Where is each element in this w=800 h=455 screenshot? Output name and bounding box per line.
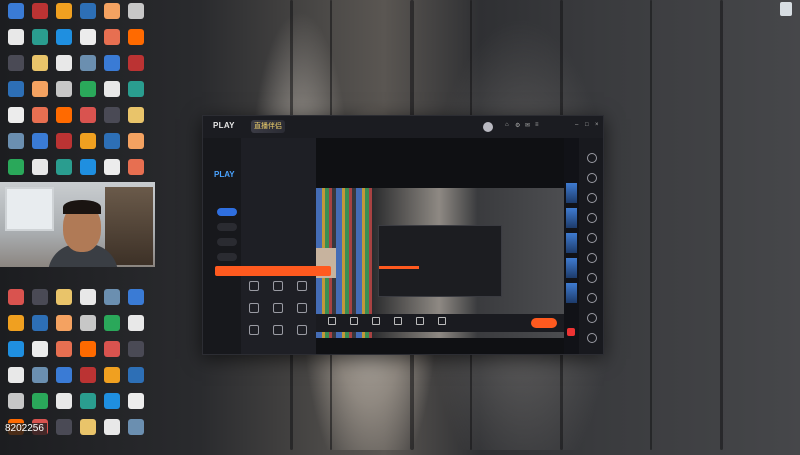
right-toolbar: [579, 138, 603, 354]
titlebar: PLAY 直播伴侣 ⌂ ⚙ ✉ ≡ – □ ×: [203, 116, 603, 138]
bottom-tool-5[interactable]: [412, 317, 428, 325]
thumbnail[interactable]: [566, 183, 577, 203]
thumbnail[interactable]: [566, 208, 577, 228]
menu-icon[interactable]: ≡: [535, 122, 539, 128]
close-icon[interactable]: ×: [595, 122, 599, 128]
minimize-icon[interactable]: –: [575, 122, 578, 128]
bottom-tool-6[interactable]: [434, 317, 450, 325]
bottom-tool-3[interactable]: [368, 317, 384, 325]
right-icon-10[interactable]: [587, 333, 597, 343]
avatar[interactable]: [483, 122, 493, 132]
tool-1[interactable]: [243, 281, 265, 301]
tool-5[interactable]: [267, 303, 289, 323]
share-icon[interactable]: ⌂: [505, 122, 509, 128]
bottom-tool-4[interactable]: [390, 317, 406, 325]
go-live-button[interactable]: [531, 318, 557, 328]
tool-3[interactable]: [291, 281, 313, 301]
record-button[interactable]: [567, 328, 575, 336]
settings-icon[interactable]: ⚙: [515, 122, 520, 129]
thumbnail[interactable]: [566, 233, 577, 253]
tooltip-banner: [215, 266, 331, 276]
thumbnail[interactable]: [566, 258, 577, 278]
right-icon-9[interactable]: [587, 313, 597, 323]
right-icon-2[interactable]: [587, 173, 597, 183]
sidebar-item-2[interactable]: [217, 223, 237, 231]
nested-preview: [378, 225, 502, 297]
sidebar-item-1[interactable]: [217, 208, 237, 216]
right-icon-7[interactable]: [587, 273, 597, 283]
right-icon-8[interactable]: [587, 293, 597, 303]
right-icon-4[interactable]: [587, 213, 597, 223]
view-counter: 8202256: [2, 423, 47, 435]
webcam-overlay: [0, 182, 155, 267]
tool-7[interactable]: [243, 325, 265, 345]
right-icon-5[interactable]: [587, 233, 597, 243]
tool-9[interactable]: [291, 325, 313, 345]
right-icon-1[interactable]: [587, 153, 597, 163]
right-icon-3[interactable]: [587, 193, 597, 203]
bottom-tool-1[interactable]: [324, 317, 340, 325]
left-sidebar: PLAY: [203, 138, 241, 354]
bottom-tool-2[interactable]: [346, 317, 362, 325]
recycle-bin-icon[interactable]: [774, 2, 798, 32]
right-icon-6[interactable]: [587, 253, 597, 263]
brand-badge: 直播伴侣: [251, 120, 285, 133]
sidebar-item-4[interactable]: [217, 253, 237, 261]
tool-8[interactable]: [267, 325, 289, 345]
thumbnail[interactable]: [566, 283, 577, 303]
app-logo: PLAY: [213, 121, 235, 130]
sidebar-item-3[interactable]: [217, 238, 237, 246]
bottom-toolbar: [316, 314, 564, 332]
maximize-icon[interactable]: □: [585, 122, 589, 128]
mail-icon[interactable]: ✉: [525, 122, 530, 129]
thumbnail-strip: [564, 138, 579, 354]
live-app-window[interactable]: PLAY 直播伴侣 ⌂ ⚙ ✉ ≡ – □ × PLAY: [202, 115, 604, 355]
tool-2[interactable]: [267, 281, 289, 301]
play-label: PLAY: [214, 170, 235, 179]
tool-4[interactable]: [243, 303, 265, 323]
tool-6[interactable]: [291, 303, 313, 323]
